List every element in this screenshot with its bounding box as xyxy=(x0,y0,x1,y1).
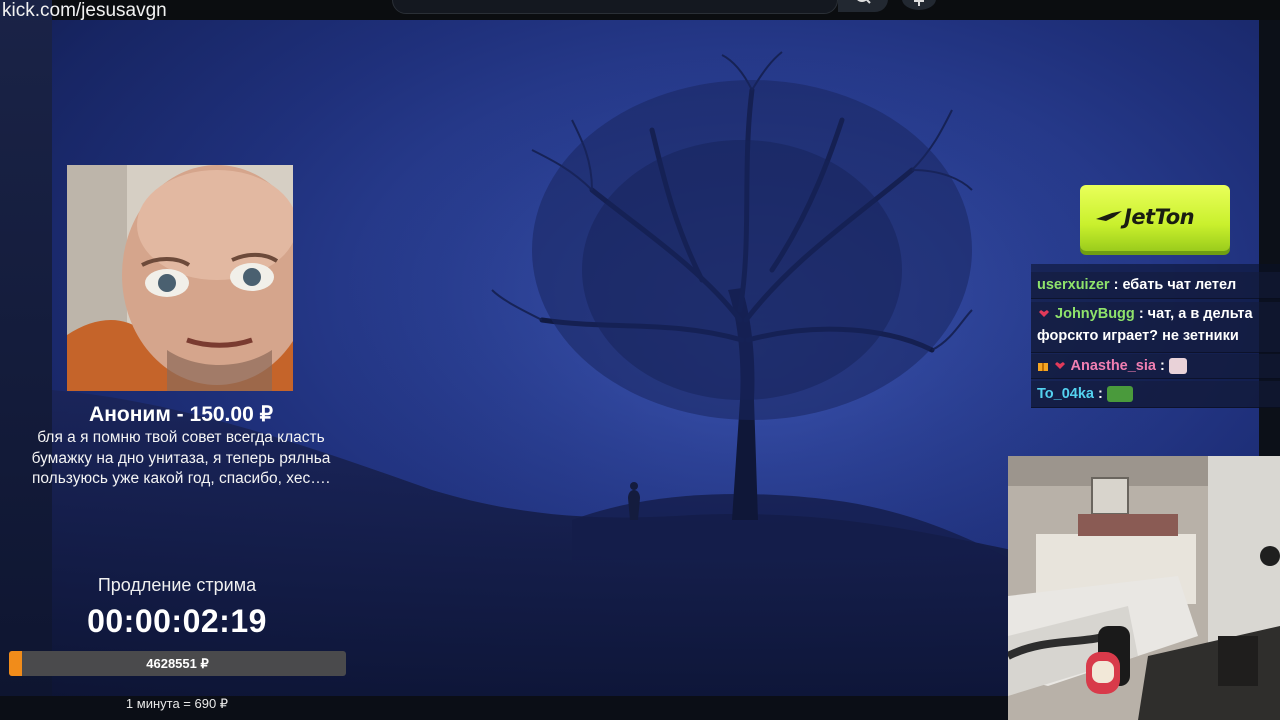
chat-username: To_04ka xyxy=(1037,386,1094,402)
chat-text-continued: форскто играет? не зетники xyxy=(1037,328,1239,344)
extension-label: Продление стрима xyxy=(97,575,257,595)
pepe-emote-icon xyxy=(1106,386,1133,403)
extension-rate: 1 минута = 690 ₽ xyxy=(125,696,229,711)
plus-icon xyxy=(914,0,924,6)
extension-progress-bar: 4628551 ₽ xyxy=(9,651,346,676)
chat-username: JohnyBugg xyxy=(1055,306,1135,322)
chat-username: userxuizer xyxy=(1037,277,1110,293)
sponsor-name: JetTon xyxy=(1124,205,1195,229)
chat-separator: : xyxy=(1098,386,1107,402)
extension-timer: 00:00:02:19 xyxy=(87,603,267,639)
chat-message: To_04ka : xyxy=(1031,381,1280,408)
search-icon xyxy=(857,0,871,4)
sponsor-logo: JetTon xyxy=(1080,185,1232,257)
donor-photo xyxy=(67,165,293,391)
heart-badge-icon xyxy=(1039,310,1049,318)
chat-separator: : xyxy=(1160,358,1169,374)
cat-emote-icon xyxy=(1168,358,1187,375)
chat-text: чат, а в дельта xyxy=(1147,306,1253,322)
chat-username: Anasthe_sia xyxy=(1070,358,1156,374)
chat-message: Anasthe_sia : xyxy=(1031,354,1280,379)
donation-title: Аноним - 150.00 ₽ xyxy=(89,403,273,426)
donation-image xyxy=(67,165,293,391)
progress-amount: 4628551 ₽ xyxy=(146,656,209,671)
search-bar[interactable] xyxy=(392,0,838,14)
channel-url: kick.com/jesusavgn xyxy=(2,0,167,21)
chat-overlay: userxuizer : ебать чат летел JohnyBugg :… xyxy=(1031,264,1280,408)
left-border xyxy=(0,0,52,700)
gift-badge-icon xyxy=(1038,363,1048,372)
search-button[interactable] xyxy=(838,0,888,12)
heart-badge-icon xyxy=(1055,362,1066,370)
chat-separator: : xyxy=(1138,306,1148,322)
jet-icon xyxy=(1096,211,1122,221)
chat-text: ебать чат летел xyxy=(1122,277,1237,293)
webcam-room xyxy=(1008,456,1280,720)
sponsor-card: JetTon xyxy=(1080,185,1230,251)
chat-message: JohnyBugg : чат, а в дельта форскто игра… xyxy=(1031,302,1280,353)
donation-message: бля а я помню твой совет всегда класть б… xyxy=(31,429,331,487)
webcam-feed xyxy=(1008,456,1280,720)
chat-message: userxuizer : ебать чат летел xyxy=(1031,272,1280,299)
